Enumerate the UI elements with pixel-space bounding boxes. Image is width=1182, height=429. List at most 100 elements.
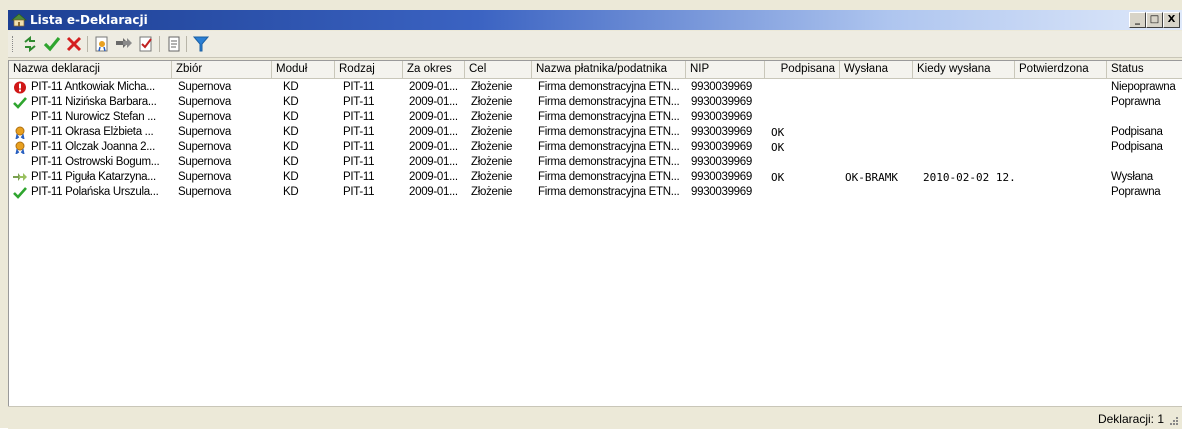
report-icon[interactable] xyxy=(164,35,184,53)
column-header-payer[interactable]: Nazwa płatnika/podatnika xyxy=(532,61,686,78)
cell-set: Supernova xyxy=(178,171,231,183)
cell-type: PIT-11 xyxy=(343,126,375,138)
cell-set: Supernova xyxy=(178,81,231,93)
resize-grip-icon[interactable] xyxy=(1169,416,1179,426)
minimize-button[interactable]: _ xyxy=(1129,12,1146,28)
cell-purpose: Złożenie xyxy=(471,96,513,108)
cell-type: PIT-11 xyxy=(343,81,375,93)
declarations-list[interactable]: Nazwa deklaracji Zbiór Moduł Rodzaj Za o… xyxy=(8,60,1182,408)
toolbar-separator xyxy=(159,36,160,52)
cell-period: 2009-01... xyxy=(409,156,458,168)
cell-name: PIT-11 Ostrowski Bogum... xyxy=(31,156,160,168)
cell-name: PIT-11 Nizińska Barbara... xyxy=(31,96,157,108)
toolbar xyxy=(8,31,1182,58)
table-row[interactable]: PIT-11 Antkowiak Micha... Supernova KD PIT-… xyxy=(9,80,1182,95)
column-header-sent-when[interactable]: Kiedy wysłana xyxy=(913,61,1015,78)
column-header-period[interactable]: Za okres xyxy=(403,61,465,78)
signed-ribbon-icon xyxy=(15,126,25,139)
table-row[interactable]: PIT-11 Nurowicz Stefan ... Supernova KD PIT… xyxy=(9,110,1182,125)
cell-confirmed xyxy=(1017,125,1107,140)
cell-status: Podpisana xyxy=(1111,141,1163,153)
column-header-module[interactable]: Moduł xyxy=(272,61,335,78)
cell-signed xyxy=(769,95,841,110)
cell-status: Poprawna xyxy=(1111,186,1161,198)
column-header-name[interactable]: Nazwa deklaracji xyxy=(9,61,172,78)
check-icon[interactable] xyxy=(42,35,62,53)
cell-name: PIT-11 Okrasa Elżbieta ... xyxy=(31,126,154,138)
cell-confirmed xyxy=(1017,80,1107,95)
table-row[interactable]: PIT-11 Okrasa Elżbieta ... Supernova KD PIT… xyxy=(9,125,1182,140)
cell-payer: Firma demonstracyjna ETN... xyxy=(538,156,680,168)
column-header-type[interactable]: Rodzaj xyxy=(335,61,403,78)
title-bar[interactable]: Lista e-Deklaracji _ □ X xyxy=(8,10,1182,30)
cell-sent-when xyxy=(921,185,1018,200)
cell-nip: 9930039969 xyxy=(691,141,752,153)
refresh-icon[interactable] xyxy=(20,35,40,53)
cell-set: Supernova xyxy=(178,156,231,168)
e-declarations-window: Lista e-Deklaracji _ □ X Nazwa deklaracj… xyxy=(0,0,1182,429)
cell-set: Supernova xyxy=(178,111,231,123)
cell-sent-when xyxy=(921,125,1018,140)
window-title: Lista e-Deklaracji xyxy=(30,13,148,27)
cell-payer: Firma demonstracyjna ETN... xyxy=(538,96,680,108)
cell-status: Podpisana xyxy=(1111,126,1163,138)
table-row[interactable]: PIT-11 Ostrowski Bogum... Supernova KD PIT-… xyxy=(9,155,1182,170)
cell-type: PIT-11 xyxy=(343,156,375,168)
cell-purpose: Złożenie xyxy=(471,81,513,93)
check-status-icon[interactable] xyxy=(136,35,156,53)
cell-sent-when xyxy=(921,80,1018,95)
house-icon xyxy=(11,13,27,27)
table-row[interactable]: PIT-11 Piguła Katarzyna... Supernova KD PIT… xyxy=(9,170,1182,185)
cell-confirmed xyxy=(1017,185,1107,200)
cell-sent-when xyxy=(921,140,1018,155)
column-header-confirmed[interactable]: Potwierdzona xyxy=(1015,61,1107,78)
cell-sent xyxy=(843,80,917,95)
signed-ribbon-icon xyxy=(15,141,25,154)
column-header-sent[interactable]: Wysłana xyxy=(840,61,913,78)
error-icon xyxy=(14,81,26,94)
cell-set: Supernova xyxy=(178,141,231,153)
table-row[interactable]: PIT-11 Nizińska Barbara... Supernova KD PIT… xyxy=(9,95,1182,110)
valid-check-icon xyxy=(13,97,27,109)
cell-confirmed xyxy=(1017,170,1107,185)
cell-name: PIT-11 Piguła Katarzyna... xyxy=(31,171,156,183)
maximize-button[interactable]: □ xyxy=(1146,12,1163,28)
cell-set: Supernova xyxy=(178,96,231,108)
cell-nip: 9930039969 xyxy=(691,81,752,93)
table-row[interactable]: PIT-11 Polańska Urszula... Supernova KD PIT… xyxy=(9,185,1182,200)
cell-payer: Firma demonstracyjna ETN... xyxy=(538,126,680,138)
toolbar-grip[interactable] xyxy=(12,36,15,52)
column-header-nip[interactable]: NIP xyxy=(686,61,765,78)
cell-purpose: Złożenie xyxy=(471,156,513,168)
cell-type: PIT-11 xyxy=(343,96,375,108)
cell-period: 2009-01... xyxy=(409,126,458,138)
cell-name: PIT-11 Olczak Joanna 2... xyxy=(31,141,155,153)
column-header-purpose[interactable]: Cel xyxy=(465,61,532,78)
cell-payer: Firma demonstracyjna ETN... xyxy=(538,171,680,183)
cell-type: PIT-11 xyxy=(343,186,375,198)
close-button[interactable]: X xyxy=(1163,12,1180,28)
send-icon[interactable] xyxy=(114,35,134,53)
cell-period: 2009-01... xyxy=(409,111,458,123)
cell-confirmed xyxy=(1017,95,1107,110)
cell-sent xyxy=(843,110,917,125)
cell-period: 2009-01... xyxy=(409,186,458,198)
column-header-status[interactable]: Status xyxy=(1107,61,1182,78)
column-header-signed[interactable]: Podpisana xyxy=(765,61,840,78)
cell-status: Niepoprawna xyxy=(1111,81,1176,93)
sign-icon[interactable] xyxy=(92,35,112,53)
cell-sent-when xyxy=(921,110,1018,125)
table-row[interactable]: PIT-11 Olczak Joanna 2... Supernova KD PIT-… xyxy=(9,140,1182,155)
cell-sent-when: 2010-02-02 12... xyxy=(923,171,1018,184)
cell-status: Wysłana xyxy=(1111,171,1153,183)
cell-module: KD xyxy=(283,156,299,168)
column-header-set[interactable]: Zbiór xyxy=(172,61,272,78)
filter-icon[interactable] xyxy=(191,35,211,53)
status-bar: Deklaracji: 1 xyxy=(8,406,1182,429)
cell-name: PIT-11 Nurowicz Stefan ... xyxy=(31,111,156,123)
toolbar-separator xyxy=(87,36,88,52)
cross-icon[interactable] xyxy=(64,35,84,53)
cell-confirmed xyxy=(1017,155,1107,170)
cell-sent: OK-BRAMK xyxy=(845,171,898,184)
cell-signed xyxy=(769,110,841,125)
